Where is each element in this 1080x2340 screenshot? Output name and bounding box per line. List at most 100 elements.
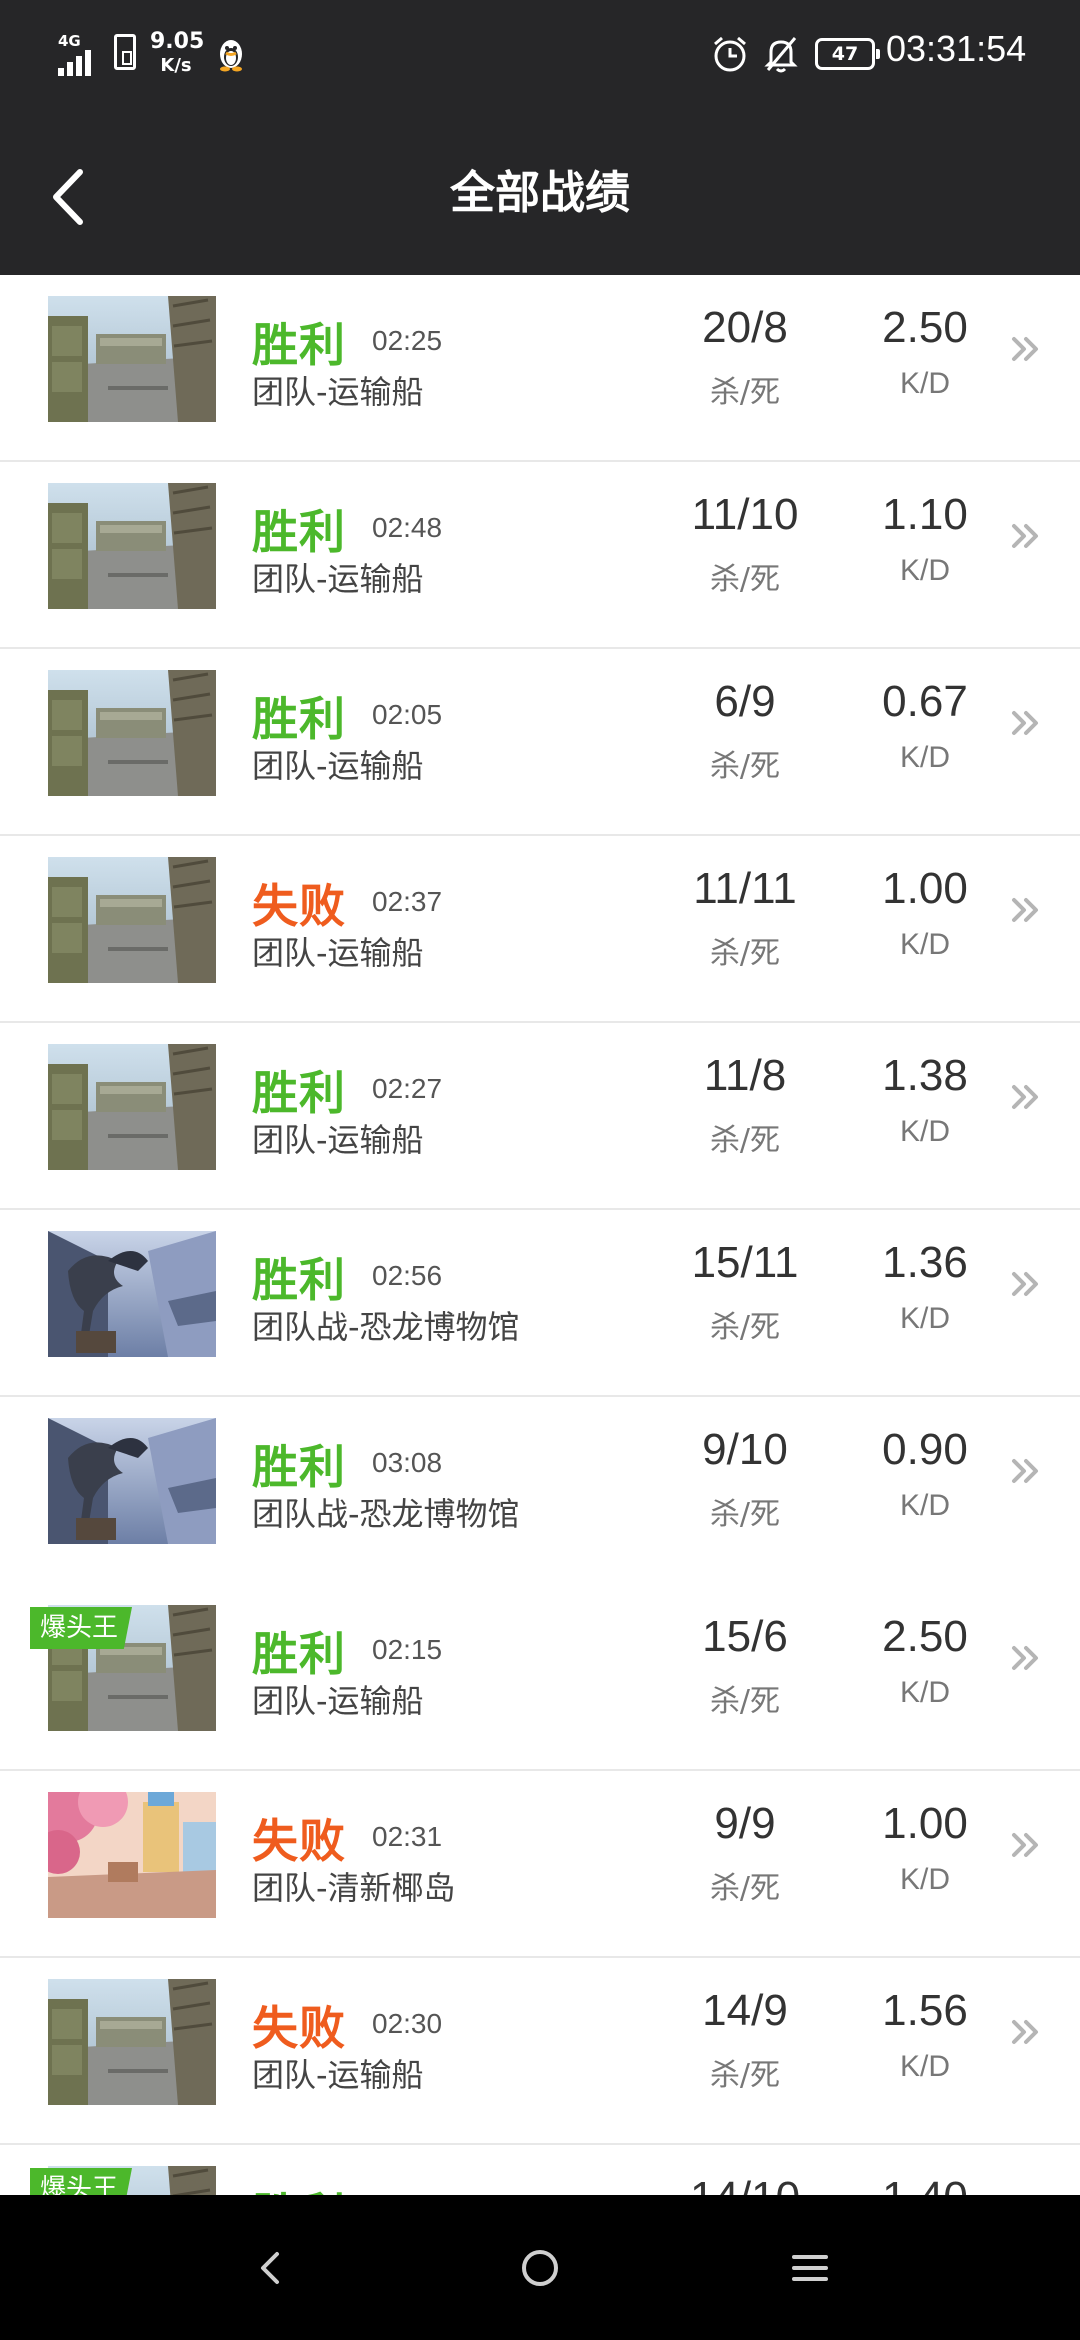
nav-home-icon[interactable] xyxy=(512,2240,568,2296)
double-chevron-right-icon[interactable] xyxy=(1010,1077,1042,1117)
match-duration: 02:05 xyxy=(372,699,443,730)
match-row[interactable]: 失败 02:37 团队-运输船 11/11 杀/死 1.00 K/D xyxy=(0,836,1080,1023)
match-row[interactable]: 胜利 02:48 团队-运输船 11/10 杀/死 1.10 K/D xyxy=(0,462,1080,649)
kills-deaths-value: 11/11 xyxy=(693,864,797,913)
match-mode: 团队-运输船 xyxy=(252,747,424,785)
match-duration: 02:56 xyxy=(372,1260,443,1291)
match-row[interactable]: 胜利 02:05 团队-运输船 6/9 杀/死 0.67 K/D xyxy=(0,649,1080,836)
map-thumbnail xyxy=(48,1979,216,2105)
double-chevron-right-icon[interactable] xyxy=(1010,703,1042,743)
match-duration: 02:48 xyxy=(372,512,443,543)
match-result: 胜利 xyxy=(252,318,346,372)
match-duration: 02:30 xyxy=(372,2008,443,2039)
nav-back-icon[interactable] xyxy=(243,2240,299,2296)
match-mode: 团队-运输船 xyxy=(252,560,424,598)
network-speed-value: 9.05 xyxy=(150,29,205,54)
match-result: 胜利 xyxy=(252,1066,346,1120)
sim-card-icon xyxy=(114,34,136,70)
kills-deaths-label: 杀/死 xyxy=(709,375,781,410)
kills-deaths-value: 11/10 xyxy=(691,490,799,539)
map-thumbnail xyxy=(48,670,216,796)
kd-ratio-value: 1.40 xyxy=(845,2173,1005,2195)
double-chevron-right-icon[interactable] xyxy=(1010,516,1042,556)
map-thumbnail xyxy=(48,1231,216,1357)
kills-deaths-label: 杀/死 xyxy=(709,562,781,597)
match-mode: 团队-清新椰岛 xyxy=(252,1869,456,1907)
headshot-king-badge: 爆头王 xyxy=(30,2168,133,2195)
match-result: 胜利 xyxy=(252,2179,346,2195)
kd-ratio-value: 2.50 xyxy=(882,1612,968,1661)
kd-ratio-label: K/D xyxy=(899,1115,950,1148)
kills-deaths-value: 15/6 xyxy=(702,1612,788,1661)
double-chevron-right-icon[interactable] xyxy=(1010,1264,1042,1304)
nav-menu-icon[interactable] xyxy=(782,2240,838,2296)
match-duration: 03:08 xyxy=(372,1447,443,1478)
match-mode: 团队-运输船 xyxy=(252,373,424,411)
match-mode: 团队-运输船 xyxy=(252,1682,424,1720)
match-history-list[interactable]: 胜利 02:25 团队-运输船 20/8 杀/死 2.50 K/D 胜利 02:48 团队-运输船… xyxy=(0,275,1080,2195)
kd-ratio-label: K/D xyxy=(899,1863,950,1896)
kills-deaths-label: 杀/死 xyxy=(709,936,781,971)
kills-deaths-label: 杀/死 xyxy=(709,1123,781,1158)
match-result: 失败 xyxy=(252,2001,346,2055)
match-result: 胜利 xyxy=(252,692,346,746)
map-thumbnail xyxy=(48,1044,216,1170)
kills-deaths-label: 杀/死 xyxy=(709,1871,781,1906)
kd-ratio-label: K/D xyxy=(899,554,950,587)
kd-ratio-value: 0.90 xyxy=(882,1425,968,1474)
kd-ratio-label: K/D xyxy=(899,928,950,961)
match-row[interactable]: 失败 02:31 团队-清新椰岛 9/9 杀/死 1.00 K/D xyxy=(0,1771,1080,1958)
double-chevron-right-icon[interactable] xyxy=(1010,1451,1042,1491)
double-chevron-right-icon[interactable] xyxy=(1010,1825,1042,1865)
match-row[interactable]: 胜利 02:25 团队-运输船 20/8 杀/死 2.50 K/D xyxy=(0,275,1080,462)
battery-indicator: 47 xyxy=(815,38,880,70)
match-mode: 团队-运输船 xyxy=(252,1121,424,1159)
qq-penguin-icon xyxy=(220,40,242,72)
kd-ratio-value: 1.00 xyxy=(882,864,968,913)
match-mode: 团队-运输船 xyxy=(252,2056,424,2094)
match-duration: 02:31 xyxy=(372,1821,443,1852)
match-result: 胜利 xyxy=(252,1253,346,1307)
match-row[interactable]: 胜利 02:56 团队战-恐龙博物馆 15/11 杀/死 1.36 K/D xyxy=(0,1210,1080,1397)
match-row[interactable]: 爆头王胜利14/10杀/死1.40K/D xyxy=(0,2145,1080,2195)
double-chevron-right-icon[interactable] xyxy=(1010,890,1042,930)
kd-ratio-value: 2.50 xyxy=(882,303,968,352)
alarm-clock-icon xyxy=(714,36,746,72)
headshot-king-badge: 爆头王 xyxy=(30,1607,133,1649)
system-navigation-bar xyxy=(0,2195,1080,2340)
kills-deaths-value: 14/9 xyxy=(702,1986,788,2035)
match-duration: 02:25 xyxy=(372,325,443,356)
match-row[interactable]: 失败 02:30 团队-运输船 14/9 杀/死 1.56 K/D xyxy=(0,1958,1080,2145)
kills-deaths-label: 杀/死 xyxy=(709,2058,781,2093)
status-time: 03:31:54 xyxy=(886,28,1027,69)
double-chevron-right-icon[interactable] xyxy=(1010,2012,1042,2052)
map-thumbnail xyxy=(48,483,216,609)
map-thumbnail xyxy=(48,857,216,983)
mute-bell-icon xyxy=(764,37,798,73)
map-thumbnail xyxy=(48,1418,216,1544)
kills-deaths-value: 9/9 xyxy=(714,1799,776,1848)
kd-ratio-value: 0.67 xyxy=(882,677,968,726)
battery-level: 47 xyxy=(831,43,859,65)
match-result: 失败 xyxy=(252,1814,346,1868)
kills-deaths-value: 11/8 xyxy=(703,1051,787,1100)
kills-deaths-value: 6/9 xyxy=(714,677,776,726)
kills-deaths-value: 15/11 xyxy=(691,1238,799,1287)
match-row[interactable]: 胜利 03:08 团队战-恐龙博物馆 9/10 杀/死 0.90 K/D xyxy=(0,1397,1080,1584)
match-result: 胜利 xyxy=(252,505,346,559)
page-title: 全部战绩 xyxy=(449,166,630,219)
map-thumbnail xyxy=(48,1792,216,1918)
match-result: 胜利 xyxy=(252,1440,346,1494)
kd-ratio-value: 1.56 xyxy=(882,1986,968,2035)
double-chevron-right-icon[interactable] xyxy=(1010,329,1042,369)
match-duration: 02:27 xyxy=(372,1073,443,1104)
kd-ratio-value: 1.10 xyxy=(882,490,968,539)
status-bar: 4G 9.05 K/s 47 03:31:54 xyxy=(0,0,1080,110)
match-row[interactable]: 爆头王 胜利 02:15 团队-运输船 15/6 杀/死 2.50 K/D xyxy=(0,1584,1080,1771)
kills-deaths-label: 杀/死 xyxy=(709,1310,781,1345)
match-row[interactable]: 胜利 02:27 团队-运输船 11/8 杀/死 1.38 K/D xyxy=(0,1023,1080,1210)
double-chevron-right-icon[interactable] xyxy=(1010,1638,1042,1678)
kills-deaths-label: 杀/死 xyxy=(709,749,781,784)
match-duration: 02:37 xyxy=(372,886,443,917)
match-result: 胜利 xyxy=(252,1627,346,1681)
